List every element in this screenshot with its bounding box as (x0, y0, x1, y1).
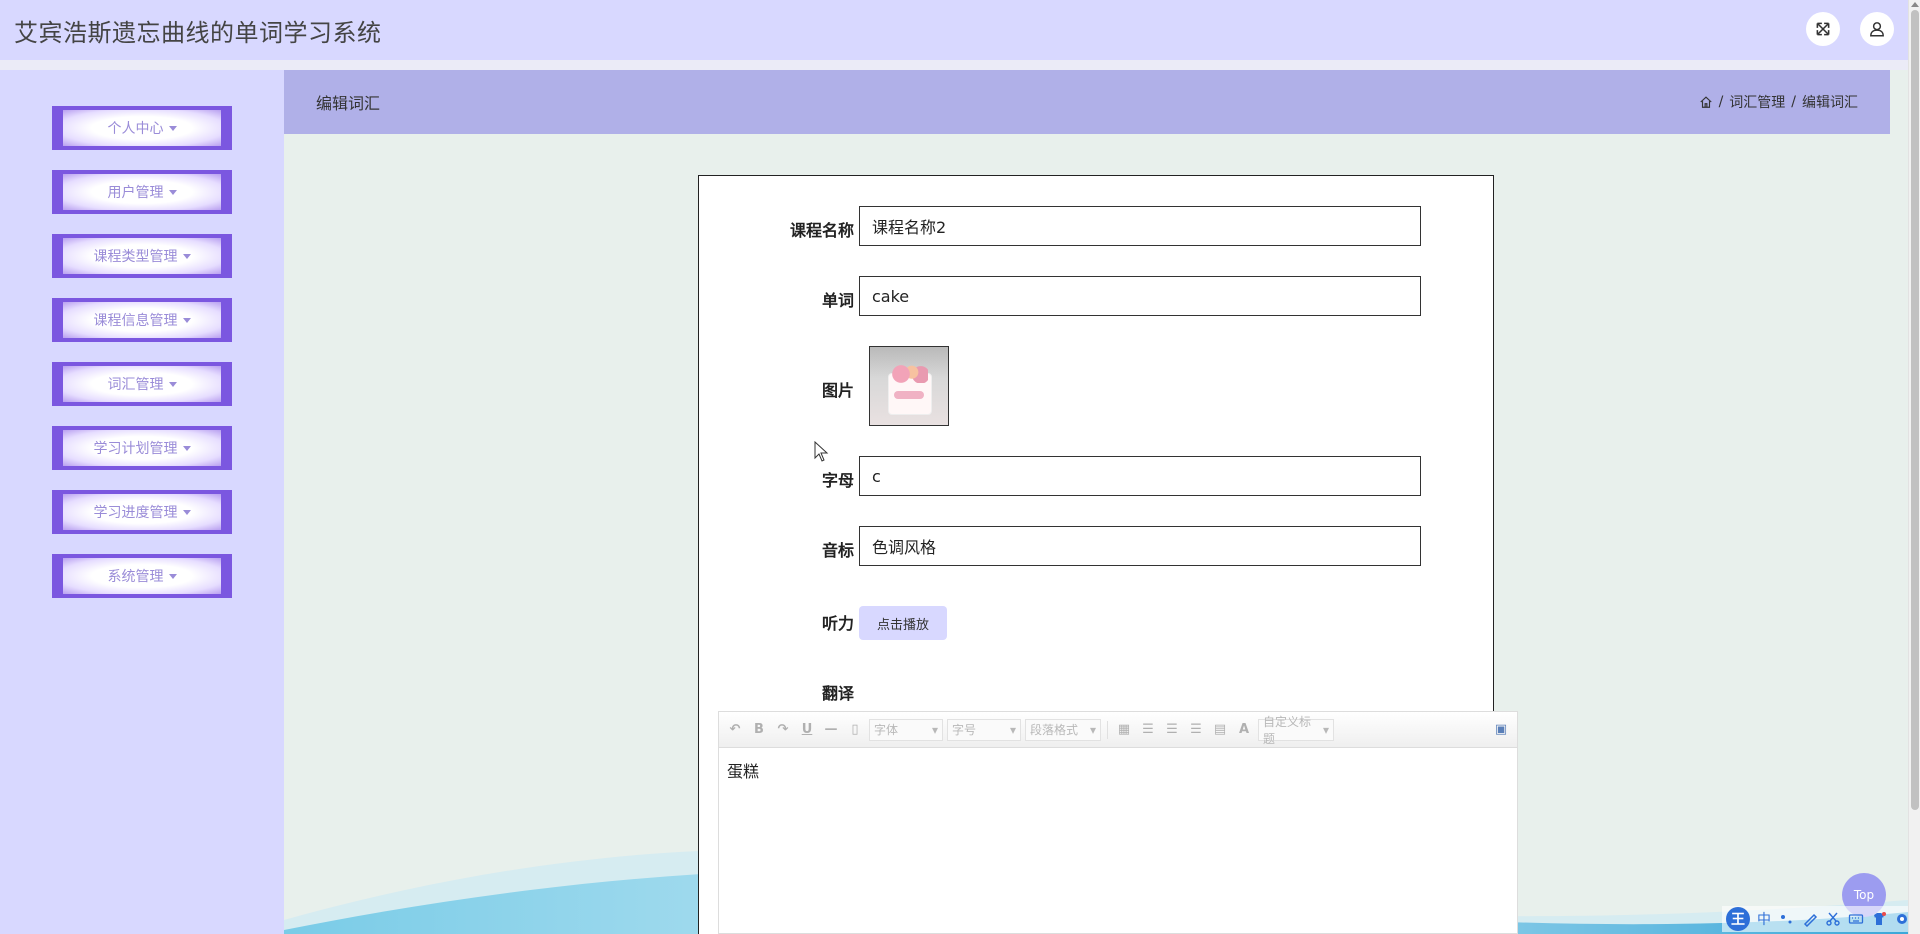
sidebar-item-label: 词汇管理 (107, 377, 164, 393)
sidebar-item-label: 学习计划管理 (93, 441, 178, 457)
horizontal-rule-icon[interactable]: — (821, 720, 841, 740)
cake-drip (894, 391, 924, 399)
image-label: 图片 (821, 381, 854, 400)
font-color-icon[interactable]: A (1234, 720, 1254, 740)
chevron-down-icon: ▾ (1322, 722, 1329, 737)
breadcrumb: / 词汇管理 / 编辑词汇 (1699, 92, 1858, 112)
home-icon[interactable] (1699, 95, 1713, 109)
sidebar-item-label: 课程信息管理 (93, 313, 178, 329)
caret-down-icon (168, 189, 177, 195)
mouse-cursor-icon (814, 441, 829, 462)
fullscreen-icon (1816, 22, 1830, 36)
redo-icon[interactable]: ↷ (773, 720, 793, 740)
word-image-thumbnail[interactable] (869, 346, 949, 426)
sidebar-item-label: 系统管理 (107, 569, 164, 585)
fullscreen-button[interactable] (1806, 12, 1840, 46)
font-family-select[interactable]: 字体 ▾ (869, 718, 943, 741)
align-center-icon[interactable]: ☰ (1186, 720, 1206, 740)
caret-down-icon (182, 445, 191, 451)
header-divider (0, 60, 1908, 70)
ime-keyboard-icon[interactable] (1847, 910, 1865, 928)
word-input[interactable]: cake (859, 276, 1421, 316)
sidebar-item-personal-center[interactable]: 个人中心 (52, 106, 232, 150)
scroll-up-icon[interactable] (1911, 2, 1919, 7)
paragraph-format-value: 段落格式 (1030, 723, 1079, 737)
font-family-value: 字体 (874, 723, 899, 737)
align-left-icon[interactable]: ☰ (1138, 720, 1158, 740)
bold-icon[interactable]: B (749, 720, 769, 740)
sidebar-item-vocabulary-management[interactable]: 词汇管理 (52, 362, 232, 406)
translation-editor: ↶ B ↷ U — ▯ 字体 ▾ 字号 ▾ 段落格式 ▾ ▦ ☰ ☰ ☰ ▤ A 自定… (718, 711, 1518, 934)
sidebar-item-study-progress-management[interactable]: 学习进度管理 (52, 490, 232, 534)
ime-skin-icon[interactable] (1870, 910, 1888, 928)
letter-input[interactable]: c (859, 456, 1421, 496)
fullscreen-editor-icon[interactable]: ▣ (1491, 720, 1511, 740)
caret-down-icon (168, 573, 177, 579)
phonetic-input[interactable]: 色调风格 (859, 526, 1421, 566)
sidebar: 个人中心 用户管理 课程类型管理 课程信息管理 词汇管理 学习计划管理 学习进度… (0, 70, 284, 934)
sidebar-item-label: 个人中心 (107, 121, 164, 137)
undo-icon[interactable]: ↶ (725, 720, 745, 740)
document-icon[interactable]: ▯ (845, 720, 865, 740)
user-button[interactable] (1860, 12, 1894, 46)
vertical-scrollbar[interactable] (1908, 0, 1920, 934)
sidebar-item-label: 用户管理 (107, 185, 164, 201)
toolbar-divider (1107, 720, 1108, 739)
translation-label: 翻译 (821, 684, 854, 703)
top-header: 艾宾浩斯遗忘曲线的单词学习系统 (0, 0, 1908, 60)
sidebar-item-label: 学习进度管理 (93, 505, 178, 521)
course-name-input[interactable]: 课程名称2 (859, 206, 1421, 246)
page-title: 编辑词汇 (316, 94, 381, 113)
chevron-down-icon: ▾ (1009, 722, 1016, 737)
custom-title-select[interactable]: 自定义标题 ▾ (1258, 715, 1334, 746)
editor-toolbar: ↶ B ↷ U — ▯ 字体 ▾ 字号 ▾ 段落格式 ▾ ▦ ☰ ☰ ☰ ▤ A 自定… (719, 712, 1517, 748)
caret-down-icon (168, 381, 177, 387)
caret-down-icon (182, 253, 191, 259)
app-title: 艾宾浩斯遗忘曲线的单词学习系统 (14, 18, 382, 47)
sidebar-item-study-plan-management[interactable]: 学习计划管理 (52, 426, 232, 470)
ime-pen-icon[interactable] (1801, 910, 1819, 928)
caret-down-icon (182, 317, 191, 323)
letter-label: 字母 (821, 471, 854, 490)
ime-scissors-icon[interactable] (1824, 910, 1842, 928)
scrollbar-thumb[interactable] (1911, 10, 1919, 810)
course-name-label: 课程名称 (789, 221, 854, 240)
breadcrumb-edit-vocabulary: 编辑词汇 (1802, 95, 1858, 111)
sidebar-item-label: 课程类型管理 (93, 249, 178, 265)
ime-logo[interactable]: 王 (1726, 907, 1750, 931)
ime-mode-chinese[interactable]: 中 (1755, 910, 1773, 928)
header-actions (1806, 12, 1894, 46)
listening-label: 听力 (821, 614, 854, 633)
breadcrumb-separator: / (1718, 94, 1724, 110)
page-header: 编辑词汇 / 词汇管理 / 编辑词汇 (284, 70, 1890, 134)
align-right-icon[interactable]: ☰ (1162, 720, 1182, 740)
cake-flowers (892, 365, 928, 383)
chevron-down-icon: ▾ (931, 722, 938, 737)
breadcrumb-separator: / (1791, 94, 1796, 110)
word-label: 单词 (821, 291, 854, 310)
sidebar-item-course-info-management[interactable]: 课程信息管理 (52, 298, 232, 342)
ime-punctuation-icon[interactable] (1778, 910, 1796, 928)
ime-toolbar: 王 中 (1722, 906, 1915, 932)
play-audio-button[interactable]: 点击播放 (859, 606, 947, 640)
table-icon[interactable]: ▦ (1114, 720, 1134, 740)
chevron-down-icon: ▾ (1089, 722, 1096, 737)
caret-down-icon (182, 509, 191, 515)
font-size-value: 字号 (952, 723, 977, 737)
align-justify-icon[interactable]: ▤ (1210, 720, 1230, 740)
sidebar-item-system-management[interactable]: 系统管理 (52, 554, 232, 598)
breadcrumb-vocabulary-management[interactable]: 词汇管理 (1729, 92, 1785, 112)
sidebar-item-course-type-management[interactable]: 课程类型管理 (52, 234, 232, 278)
paragraph-format-select[interactable]: 段落格式 ▾ (1025, 718, 1101, 741)
custom-title-value: 自定义标题 (1263, 714, 1312, 746)
user-icon (1870, 22, 1884, 37)
font-size-select[interactable]: 字号 ▾ (947, 718, 1021, 741)
sidebar-item-user-management[interactable]: 用户管理 (52, 170, 232, 214)
caret-down-icon (168, 125, 177, 131)
phonetic-label: 音标 (821, 541, 854, 560)
editor-content[interactable]: 蛋糕 (719, 748, 1517, 792)
underline-icon[interactable]: U (797, 720, 817, 740)
